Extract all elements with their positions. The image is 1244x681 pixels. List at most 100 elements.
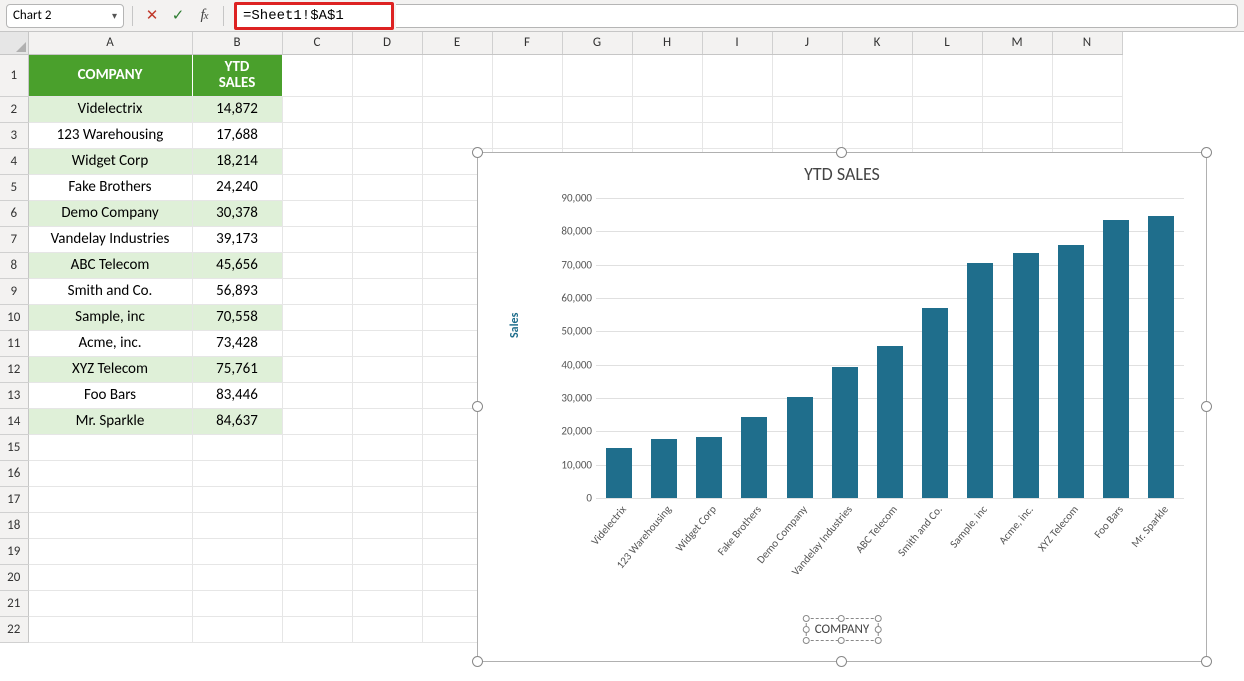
resize-handle[interactable] [836, 656, 847, 667]
cell[interactable] [1052, 96, 1122, 122]
cell[interactable] [352, 538, 422, 564]
cell[interactable]: 70,558 [192, 304, 282, 330]
cell[interactable]: 73,428 [192, 330, 282, 356]
cell[interactable] [352, 564, 422, 590]
cell[interactable]: 75,761 [192, 356, 282, 382]
cell[interactable] [192, 590, 282, 616]
column-header[interactable]: I [702, 32, 772, 54]
cell[interactable] [352, 54, 422, 96]
column-header[interactable]: M [982, 32, 1052, 54]
cell[interactable] [352, 616, 422, 642]
cell[interactable] [352, 356, 422, 382]
cell[interactable] [352, 434, 422, 460]
row-header[interactable]: 10 [0, 304, 28, 330]
column-header[interactable]: C [282, 32, 352, 54]
row-header[interactable]: 12 [0, 356, 28, 382]
chart-bar[interactable] [877, 346, 903, 498]
cell[interactable] [352, 200, 422, 226]
column-header[interactable]: K [842, 32, 912, 54]
cell[interactable]: Acme, inc. [28, 330, 192, 356]
cell[interactable] [352, 278, 422, 304]
cell[interactable]: Vandelay Industries [28, 226, 192, 252]
column-header[interactable]: J [772, 32, 842, 54]
chart-bar[interactable] [787, 397, 813, 498]
cell[interactable] [632, 122, 702, 148]
cell[interactable] [28, 460, 192, 486]
cell[interactable]: 123 Warehousing [28, 122, 192, 148]
cell[interactable] [842, 122, 912, 148]
cell[interactable]: 45,656 [192, 252, 282, 278]
cell[interactable] [352, 460, 422, 486]
cell[interactable]: 39,173 [192, 226, 282, 252]
chevron-down-icon[interactable]: ▾ [112, 9, 117, 22]
cell[interactable] [912, 54, 982, 96]
resize-handle[interactable] [1201, 401, 1212, 412]
row-header[interactable]: 22 [0, 616, 28, 642]
row-header[interactable]: 13 [0, 382, 28, 408]
row-header[interactable]: 16 [0, 460, 28, 486]
cell[interactable]: 18,214 [192, 148, 282, 174]
resize-handle[interactable] [874, 637, 881, 644]
name-box-input[interactable] [13, 8, 93, 23]
cell[interactable] [28, 486, 192, 512]
y-axis-title[interactable]: Sales [508, 313, 522, 338]
cell[interactable] [352, 96, 422, 122]
cell[interactable] [282, 226, 352, 252]
chart-title[interactable]: YTD SALES [478, 163, 1206, 185]
row-header[interactable]: 8 [0, 252, 28, 278]
cell[interactable] [282, 174, 352, 200]
cell[interactable] [282, 564, 352, 590]
cell[interactable]: Sample, inc [28, 304, 192, 330]
row-header[interactable]: 11 [0, 330, 28, 356]
cell[interactable] [28, 512, 192, 538]
cell[interactable] [772, 96, 842, 122]
worksheet-grid[interactable]: ABCDEFGHIJKLMN1COMPANYYTDSALES2Videlectr… [0, 32, 1244, 643]
column-header[interactable]: H [632, 32, 702, 54]
row-header[interactable]: 5 [0, 174, 28, 200]
cell[interactable] [28, 434, 192, 460]
cell[interactable] [352, 252, 422, 278]
cell[interactable] [492, 96, 562, 122]
cell[interactable] [282, 122, 352, 148]
cell[interactable] [352, 382, 422, 408]
row-header[interactable]: 15 [0, 434, 28, 460]
row-header[interactable]: 21 [0, 590, 28, 616]
cell[interactable]: XYZ Telecom [28, 356, 192, 382]
chart-bar[interactable] [1058, 245, 1084, 498]
row-header[interactable]: 20 [0, 564, 28, 590]
cell[interactable] [192, 538, 282, 564]
row-header[interactable]: 9 [0, 278, 28, 304]
cell[interactable] [352, 304, 422, 330]
cell[interactable] [982, 54, 1052, 96]
row-header[interactable]: 6 [0, 200, 28, 226]
row-header[interactable]: 18 [0, 512, 28, 538]
cell[interactable]: Foo Bars [28, 382, 192, 408]
cell[interactable] [352, 226, 422, 252]
cell[interactable] [1052, 54, 1122, 96]
chart-bar[interactable] [1103, 220, 1129, 498]
cell[interactable] [702, 54, 772, 96]
resize-handle[interactable] [803, 626, 810, 633]
column-header[interactable]: A [28, 32, 192, 54]
cell[interactable] [282, 486, 352, 512]
cell[interactable] [282, 356, 352, 382]
cell[interactable]: ABC Telecom [28, 252, 192, 278]
cell[interactable] [282, 252, 352, 278]
cell[interactable]: Fake Brothers [28, 174, 192, 200]
cell[interactable] [282, 382, 352, 408]
cell[interactable]: 24,240 [192, 174, 282, 200]
cell[interactable] [282, 96, 352, 122]
resize-handle[interactable] [803, 637, 810, 644]
cell[interactable] [842, 54, 912, 96]
row-header[interactable]: 19 [0, 538, 28, 564]
chart-bar[interactable] [696, 437, 722, 498]
resize-handle[interactable] [1201, 147, 1212, 158]
chart-bar[interactable] [1148, 216, 1174, 498]
chart-axis-title-box[interactable]: COMPANY [806, 618, 879, 641]
formula-input[interactable] [243, 8, 385, 24]
resize-handle[interactable] [803, 615, 810, 622]
accept-icon[interactable]: ✓ [167, 5, 189, 27]
column-header[interactable]: B [192, 32, 282, 54]
column-header[interactable]: L [912, 32, 982, 54]
cell[interactable]: Widget Corp [28, 148, 192, 174]
